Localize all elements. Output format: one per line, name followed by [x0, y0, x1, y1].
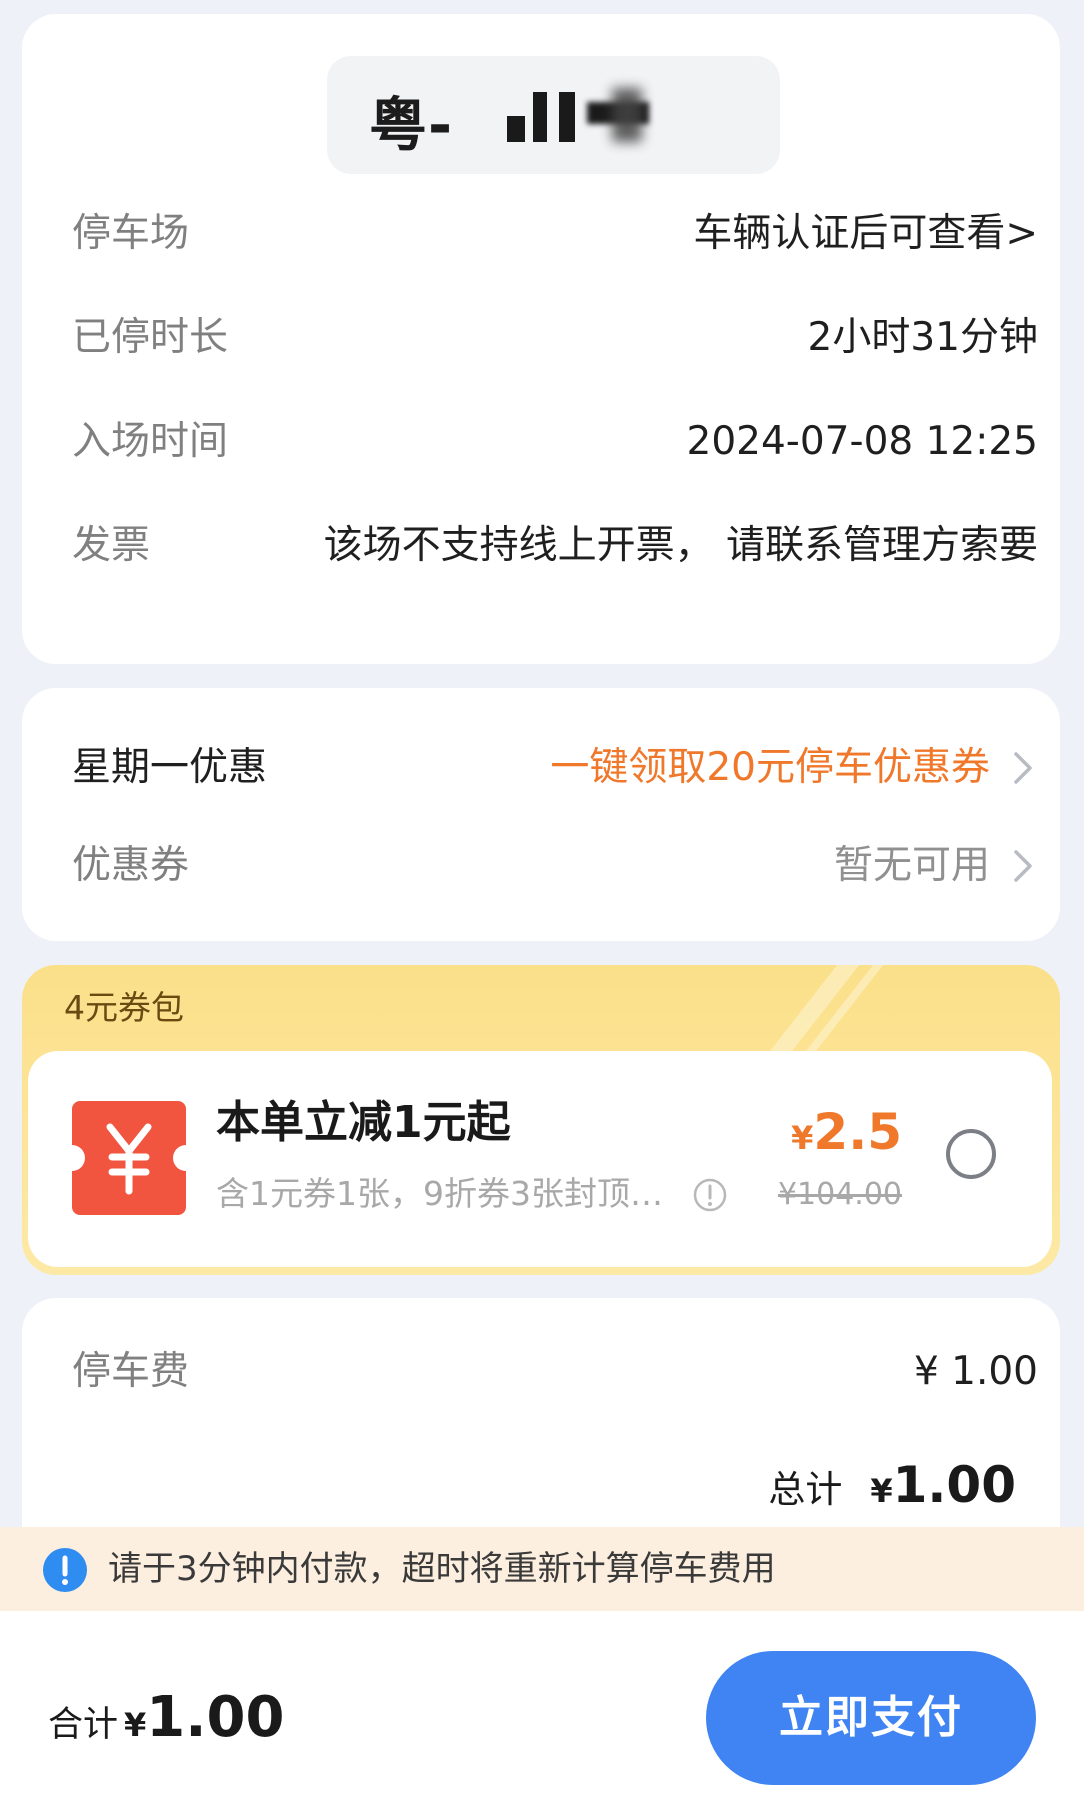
- plate-mask: [487, 74, 697, 158]
- yuan-ticket-icon: [72, 1101, 186, 1215]
- chevron-right-icon: [1014, 752, 1032, 784]
- coupon-pack-headline: 本单立减1元起: [216, 1097, 511, 1148]
- coupon-pack-body[interactable]: 本单立减1元起 含1元券1张，9折券3张封顶… ¥2.5 ¥104.00: [28, 1051, 1052, 1267]
- parking-fee-row: 停车费 ¥ 1.00: [72, 1342, 1038, 1402]
- parking-lot-value[interactable]: 车辆认证后可查看>: [693, 204, 1038, 264]
- invoice-label: 发票: [72, 523, 151, 568]
- coupon-pack-original-price: ¥104.00: [777, 1177, 902, 1212]
- coupon-label: 优惠券: [72, 843, 190, 888]
- invoice-value: 该场不支持线上开票， 请联系管理方索要: [323, 523, 1038, 568]
- invoice-row: 发票 该场不支持线上开票， 请联系管理方索要: [72, 516, 1038, 576]
- parking-lot-row[interactable]: 停车场 车辆认证后可查看>: [72, 204, 1038, 264]
- entry-time-label: 入场时间: [72, 419, 229, 464]
- duration-value: 2小时31分钟: [807, 315, 1038, 360]
- fee-total-label: 总计: [768, 1468, 843, 1511]
- parking-info-card: 粤- 停车场 车辆认证后可查看> 已停时长 2小时31分钟 入场时间 2024-…: [22, 14, 1060, 664]
- fee-card: 停车费 ¥ 1.00 总计 ¥1.00: [22, 1298, 1060, 1558]
- claim-coupon-link[interactable]: 一键领取20元停车优惠券: [550, 738, 990, 798]
- parking-fee-value: ¥ 1.00: [913, 1349, 1038, 1394]
- checkout-total-amount: 1.00: [146, 1685, 285, 1750]
- entry-time-row: 入场时间 2024-07-08 12:25: [72, 412, 1038, 472]
- coupon-row[interactable]: 优惠券 暂无可用: [72, 836, 1038, 896]
- parking-lot-label: 停车场: [72, 211, 190, 256]
- license-plate: 粤-: [327, 56, 780, 174]
- fee-total-currency: ¥: [870, 1472, 893, 1510]
- price-amount: 2.5: [813, 1103, 902, 1161]
- entry-time-value: 2024-07-08 12:25: [686, 419, 1038, 464]
- checkout-bar: 合计 ¥1.00 立即支付: [0, 1611, 1084, 1817]
- coupon-pack-subtitle: 含1元券1张，9折券3张封顶…: [216, 1174, 663, 1213]
- duration-label: 已停时长: [72, 315, 229, 360]
- parking-fee-label: 停车费: [72, 1349, 190, 1394]
- coupon-pack-radio[interactable]: [946, 1129, 996, 1179]
- duration-row: 已停时长 2小时31分钟: [72, 308, 1038, 368]
- payment-notice-text: 请于3分钟内付款，超时将重新计算停车费用: [108, 1549, 776, 1589]
- coupon-status: 暂无可用: [833, 843, 990, 888]
- coupon-pack-card[interactable]: 4元券包 本单立减1元起 含1元券1张，9折券3张封顶… ¥2.5 ¥104.0…: [22, 965, 1060, 1275]
- info-icon[interactable]: [692, 1177, 728, 1213]
- exclamation-icon: [43, 1548, 87, 1592]
- monday-offer-label: 星期一优惠: [72, 745, 268, 790]
- fee-total: 总计 ¥1.00: [768, 1456, 1016, 1526]
- checkout-total-label: 合计: [48, 1705, 119, 1745]
- discount-card: 星期一优惠 一键领取20元停车优惠券 优惠券 暂无可用: [22, 688, 1060, 941]
- coupon-pack-price: ¥2.5: [791, 1103, 902, 1161]
- chevron-right-icon: [1014, 850, 1032, 882]
- fee-total-amount: 1.00: [892, 1456, 1016, 1514]
- coupon-pack-title: 4元券包: [64, 988, 184, 1027]
- checkout-total-currency: ¥: [124, 1706, 147, 1744]
- price-currency: ¥: [791, 1119, 814, 1157]
- payment-notice: 请于3分钟内付款，超时将重新计算停车费用: [0, 1527, 1084, 1611]
- pay-now-button[interactable]: 立即支付: [706, 1651, 1036, 1785]
- monday-offer-row[interactable]: 星期一优惠 一键领取20元停车优惠券: [72, 738, 1038, 798]
- checkout-total: 合计 ¥1.00: [48, 1685, 284, 1750]
- plate-prefix: 粤-: [369, 91, 454, 159]
